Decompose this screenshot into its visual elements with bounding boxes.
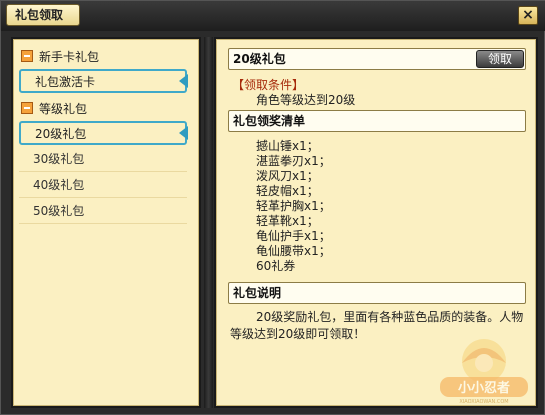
description-header-label: 礼包说明 (233, 286, 282, 300)
description-header: 礼包说明 (228, 282, 526, 304)
condition-text: 角色等级达到20级 (256, 93, 356, 107)
selection-arrow-icon (179, 126, 188, 140)
gift-detail-panel: 20级礼包 领取 【领取条件】 角色等级达到20级 礼包领奖清单 撼山锤x1； … (214, 37, 538, 408)
list-item: 轻革靴x1； (256, 214, 319, 228)
title-bar: 礼包领取 × (1, 1, 545, 31)
list-item: 湛蓝拳刃x1； (256, 154, 331, 168)
list-item: 龟仙护手x1； (256, 229, 331, 243)
list-item: 泼风刀x1； (256, 169, 319, 183)
collapse-icon[interactable] (21, 50, 33, 62)
window-title: 礼包领取 (6, 4, 80, 26)
selection-arrow-icon (179, 74, 188, 88)
group-newbie-header[interactable]: 新手卡礼包 (21, 47, 99, 65)
watermark-subtext: XIAOXIAOWAN.COM (459, 399, 508, 405)
reward-list: 撼山锤x1； 湛蓝拳刃x1； 泼风刀x1； 轻皮帽x1； 轻革护胸x1； 轻革靴… (256, 139, 331, 274)
site-watermark-logo: 小小忍者 XIAOXIAOWAN.COM (440, 339, 528, 405)
tree-item-activation-card[interactable]: 礼包激活卡 (19, 69, 188, 93)
group-label: 新手卡礼包 (39, 49, 100, 64)
claim-button[interactable]: 领取 (476, 50, 524, 68)
list-item: 龟仙腰带x1； (256, 244, 331, 258)
gift-title-bar: 20级礼包 领取 (228, 48, 526, 70)
tree-item-level-50[interactable]: 50级礼包 (19, 200, 187, 224)
panel-divider (204, 37, 213, 408)
rewards-header: 礼包领奖清单 (228, 110, 526, 132)
tree-item-label: 40级礼包 (33, 178, 85, 192)
tree-item-level-40[interactable]: 40级礼包 (19, 174, 187, 198)
list-item: 撼山锤x1； (256, 139, 319, 153)
gift-title: 20级礼包 (233, 52, 286, 66)
rewards-header-label: 礼包领奖清单 (233, 114, 306, 128)
tree-item-level-20[interactable]: 20级礼包 (19, 121, 188, 145)
list-item: 60礼券 (256, 259, 296, 273)
list-item: 轻革护胸x1； (256, 199, 331, 213)
tree-item-label: 礼包激活卡 (35, 75, 96, 89)
list-item: 轻皮帽x1； (256, 184, 319, 198)
watermark-text: 小小忍者 (458, 380, 510, 396)
tree-item-level-30[interactable]: 30级礼包 (19, 148, 187, 172)
tree-item-label: 50级礼包 (33, 204, 85, 218)
gift-category-list: 新手卡礼包 礼包激活卡 等级礼包 20级礼包 30级礼包 40级礼包 50级礼包 (11, 37, 201, 408)
tree-item-label: 30级礼包 (33, 152, 85, 166)
group-label: 等级礼包 (39, 101, 88, 116)
tree-item-label: 20级礼包 (35, 127, 87, 141)
collapse-icon[interactable] (21, 102, 33, 114)
gift-pack-window: 礼包领取 × 新手卡礼包 礼包激活卡 等级礼包 20级礼包 30级礼包 40级礼… (0, 0, 545, 415)
group-level-header[interactable]: 等级礼包 (21, 99, 87, 117)
close-button[interactable]: × (518, 6, 538, 25)
